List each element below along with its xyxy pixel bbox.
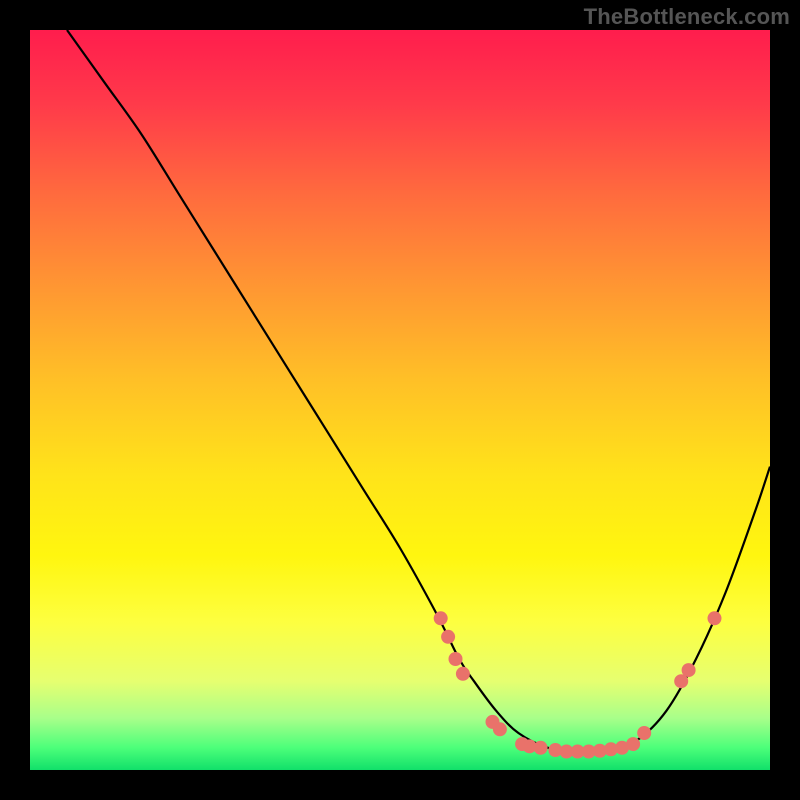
curve-marker [434, 611, 448, 625]
curve-marker [626, 737, 640, 751]
plot-area [30, 30, 770, 770]
curve-marker [493, 722, 507, 736]
curve-marker [441, 630, 455, 644]
curve-marker [637, 726, 651, 740]
watermark-text: TheBottleneck.com [584, 4, 790, 30]
curve-layer [30, 30, 770, 770]
curve-marker [449, 652, 463, 666]
curve-marker [682, 663, 696, 677]
bottleneck-curve [67, 30, 770, 752]
curve-marker [708, 611, 722, 625]
chart-frame: TheBottleneck.com [0, 0, 800, 800]
curve-marker [534, 741, 548, 755]
curve-marker [456, 667, 470, 681]
